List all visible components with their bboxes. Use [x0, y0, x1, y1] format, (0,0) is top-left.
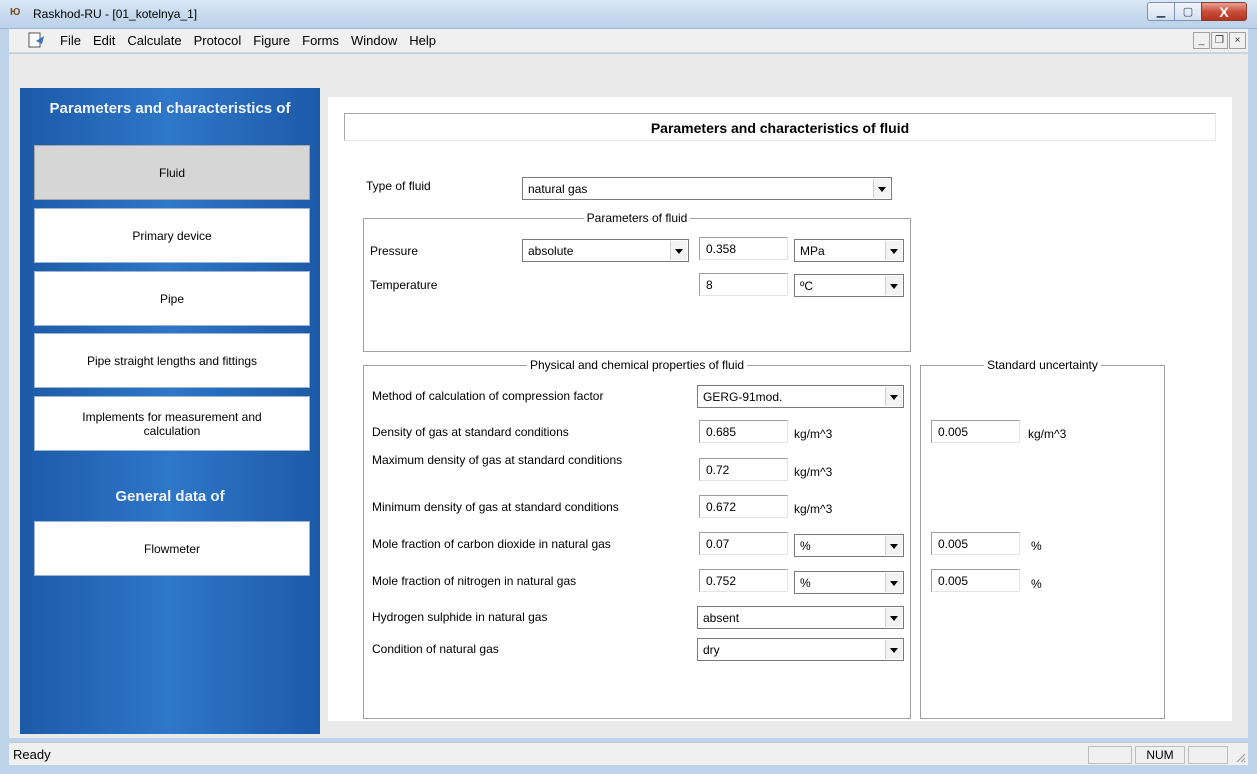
temperature-unit-select[interactable]: ºC [794, 274, 904, 297]
chevron-down-icon[interactable] [885, 536, 902, 555]
condition-label: Condition of natural gas [372, 642, 499, 656]
n2-label: Mole fraction of nitrogen in natural gas [372, 574, 577, 588]
h2s-select[interactable]: absent [697, 606, 904, 629]
co2-unit-select[interactable]: % [794, 534, 904, 557]
method-label: Method of calculation of compression fac… [372, 389, 604, 403]
density-input[interactable]: 0.685 [699, 420, 788, 443]
temperature-unit-value: ºC [800, 279, 814, 293]
physical-properties-title: Physical and chemical properties of flui… [526, 358, 748, 372]
temperature-label: Temperature [370, 278, 438, 292]
sidebar-heading-parameters: Parameters and characteristics of [49, 100, 291, 117]
chevron-down-icon[interactable] [885, 387, 902, 406]
max-density-input[interactable]: 0.72 [699, 458, 788, 481]
uncertainty-co2-unit: % [1031, 539, 1042, 553]
standard-uncertainty-title: Standard uncertainty [984, 358, 1101, 372]
pressure-label: Pressure [370, 244, 419, 258]
menu-calculate[interactable]: Calculate [127, 33, 181, 48]
type-of-fluid-select[interactable]: natural gas [522, 177, 892, 200]
menu-protocol[interactable]: Protocol [194, 33, 242, 48]
pressure-unit-value: MPa [800, 244, 825, 258]
pressure-unit-select[interactable]: MPa [794, 239, 904, 262]
minimize-button[interactable]: ▁ [1147, 2, 1174, 21]
uncertainty-density-unit: kg/m^3 [1028, 427, 1067, 441]
chevron-down-icon[interactable] [885, 640, 902, 659]
maximize-button[interactable]: ▢ [1174, 2, 1201, 21]
window-border [0, 29, 9, 774]
density-label: Density of gas at standard conditions [372, 425, 569, 439]
mdi-close-button[interactable]: × [1229, 32, 1246, 49]
min-density-input[interactable]: 0.672 [699, 495, 788, 518]
max-density-label: Maximum density of gas at standard condi… [372, 453, 623, 467]
method-select[interactable]: GERG-91mod. [697, 385, 904, 408]
resize-grip-icon[interactable] [1234, 751, 1246, 763]
menu-bar: File Edit Calculate Protocol Figure Form… [9, 29, 1248, 53]
parameters-of-fluid-title: Parameters of fluid [583, 211, 691, 225]
min-density-label: Minimum density of gas at standard condi… [372, 500, 619, 514]
menu-edit[interactable]: Edit [93, 33, 115, 48]
pressure-type-select[interactable]: absolute [522, 239, 689, 262]
sidebar-button-flowmeter[interactable]: Flowmeter [34, 521, 310, 576]
menu-window[interactable]: Window [351, 33, 397, 48]
menu-figure[interactable]: Figure [253, 33, 290, 48]
type-of-fluid-label: Type of fluid [366, 179, 431, 193]
menu-help[interactable]: Help [409, 33, 436, 48]
mdi-minimize-button[interactable]: _ [1193, 32, 1210, 49]
pressure-type-value: absolute [528, 244, 574, 258]
uncertainty-n2-unit: % [1031, 577, 1042, 591]
page-title: Parameters and characteristics of fluid [344, 113, 1216, 141]
sidebar-button-implements[interactable]: Implements for measurement and calculati… [34, 396, 310, 451]
status-bar: Ready NUM [9, 742, 1248, 765]
status-num-indicator: NUM [1135, 746, 1185, 764]
h2s-label: Hydrogen sulphide in natural gas [372, 610, 548, 624]
chevron-down-icon[interactable] [670, 241, 687, 260]
sidebar-heading-general: General data of [115, 488, 225, 505]
co2-label: Mole fraction of carbon dioxide in natur… [372, 537, 611, 551]
temperature-input[interactable]: 8 [699, 273, 788, 296]
status-cell-empty [1088, 746, 1132, 764]
co2-input[interactable]: 0.07 [699, 532, 788, 555]
condition-select[interactable]: dry [697, 638, 904, 661]
n2-input[interactable]: 0.752 [699, 569, 788, 592]
mdi-restore-button[interactable]: ❐ [1211, 32, 1228, 49]
min-density-unit: kg/m^3 [794, 502, 833, 516]
chevron-down-icon[interactable] [885, 241, 902, 260]
menu-forms[interactable]: Forms [302, 33, 339, 48]
chevron-down-icon[interactable] [873, 179, 890, 198]
app-icon: Ю [10, 7, 20, 18]
chevron-down-icon[interactable] [885, 608, 902, 627]
window-controls: ▁ ▢ X [1147, 2, 1247, 21]
chevron-down-icon[interactable] [885, 276, 902, 295]
n2-unit-select[interactable]: % [794, 571, 904, 594]
condition-value: dry [703, 643, 720, 657]
status-cell-scroll [1188, 746, 1228, 764]
h2s-value: absent [703, 611, 740, 625]
sidebar: Parameters and characteristics of Fluid … [20, 88, 320, 734]
density-unit: kg/m^3 [794, 427, 833, 441]
chevron-down-icon[interactable] [885, 573, 902, 592]
type-of-fluid-value: natural gas [528, 182, 588, 196]
method-value: GERG-91mod. [703, 390, 783, 404]
sidebar-button-fluid[interactable]: Fluid [34, 145, 310, 200]
status-text: Ready [13, 747, 51, 762]
close-button[interactable]: X [1201, 2, 1247, 21]
menu-file[interactable]: File [60, 33, 81, 48]
window-titlebar[interactable]: Ю Raskhod-RU - [01_kotelnya_1] ▁ ▢ X [0, 0, 1257, 29]
co2-unit-value: % [800, 539, 811, 553]
uncertainty-n2-input[interactable]: 0.005 [931, 569, 1020, 592]
window-title: Raskhod-RU - [01_kotelnya_1] [33, 7, 198, 21]
uncertainty-density-input[interactable]: 0.005 [931, 420, 1020, 443]
mdi-controls: _ ❐ × [1192, 32, 1246, 49]
max-density-unit: kg/m^3 [794, 465, 833, 479]
pressure-input[interactable]: 0.358 [699, 237, 788, 260]
sidebar-button-primary-device[interactable]: Primary device [34, 208, 310, 263]
document-icon[interactable] [27, 32, 45, 48]
uncertainty-co2-input[interactable]: 0.005 [931, 532, 1020, 555]
sidebar-button-pipe[interactable]: Pipe [34, 271, 310, 326]
n2-unit-value: % [800, 576, 811, 590]
content-panel: Parameters and characteristics of fluid … [328, 97, 1232, 721]
sidebar-button-pipe-straight-lengths[interactable]: Pipe straight lengths and fittings [34, 333, 310, 388]
